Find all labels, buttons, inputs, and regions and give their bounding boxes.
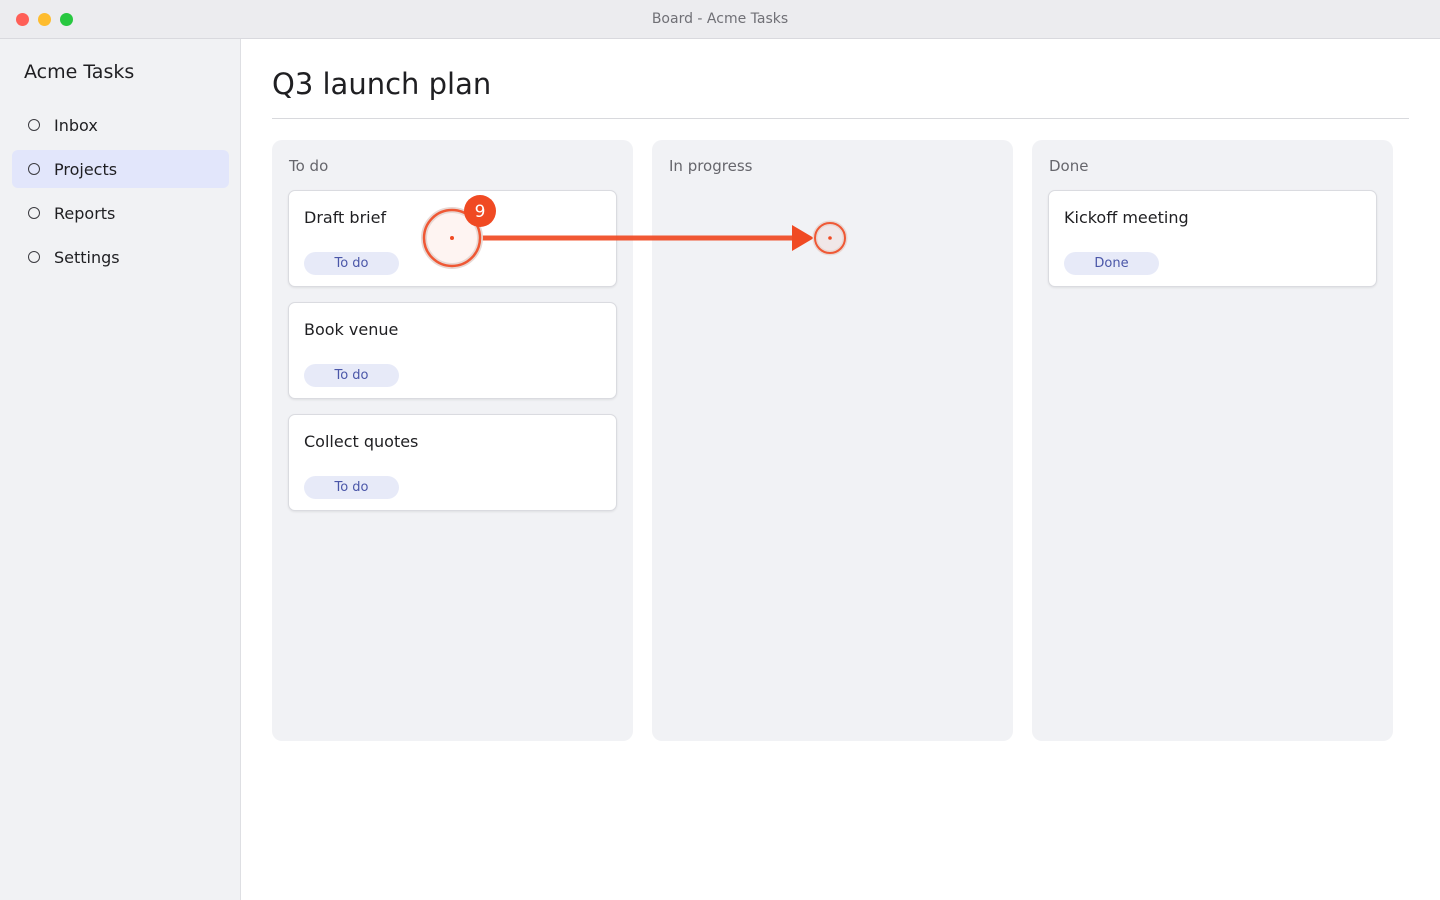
column-title: To do (289, 157, 329, 175)
sidebar-item-label: Reports (54, 203, 116, 223)
title-divider (272, 118, 1409, 119)
sidebar-item-settings[interactable]: Settings (12, 238, 229, 276)
sidebar-item-reports[interactable]: Reports (12, 194, 229, 232)
status-badge: Done (1064, 252, 1159, 275)
sidebar-item-label: Inbox (54, 115, 98, 135)
task-card-kickoff-meeting[interactable]: Kickoff meeting Done (1048, 190, 1377, 287)
task-card-collect-quotes[interactable]: Collect quotes To do (288, 414, 617, 511)
column-to-do[interactable]: To do Draft brief To do Book venue To do… (272, 140, 633, 741)
status-badge: To do (304, 252, 399, 275)
title-bar: Board - Acme Tasks (0, 0, 1440, 39)
window-title: Board - Acme Tasks (651, 11, 789, 27)
app-name: Acme Tasks (24, 61, 135, 83)
card-title: Draft brief (304, 208, 387, 227)
status-badge: To do (304, 476, 399, 499)
sidebar-item-inbox[interactable]: Inbox (12, 106, 229, 144)
board-main: Q3 launch plan To do Draft brief To do B… (241, 39, 1440, 900)
task-card-draft-brief[interactable]: Draft brief To do (288, 190, 617, 287)
column-in-progress[interactable]: In progress (652, 140, 1013, 741)
column-done[interactable]: Done Kickoff meeting Done (1032, 140, 1393, 741)
sidebar-item-label: Settings (54, 247, 120, 267)
column-title: Done (1049, 157, 1089, 175)
card-title: Kickoff meeting (1064, 208, 1189, 227)
sidebar: Acme Tasks Inbox Projects Reports Settin… (0, 39, 241, 900)
sidebar-item-label: Projects (54, 159, 118, 179)
circle-icon (28, 251, 40, 263)
column-title: In progress (669, 157, 753, 175)
sidebar-item-projects[interactable]: Projects (12, 150, 229, 188)
circle-icon (28, 207, 40, 219)
circle-icon (28, 119, 40, 131)
task-card-book-venue[interactable]: Book venue To do (288, 302, 617, 399)
page-title: Q3 launch plan (272, 67, 492, 101)
status-badge: To do (304, 364, 399, 387)
circle-icon (28, 163, 40, 175)
card-title: Book venue (304, 320, 399, 339)
card-title: Collect quotes (304, 432, 419, 451)
